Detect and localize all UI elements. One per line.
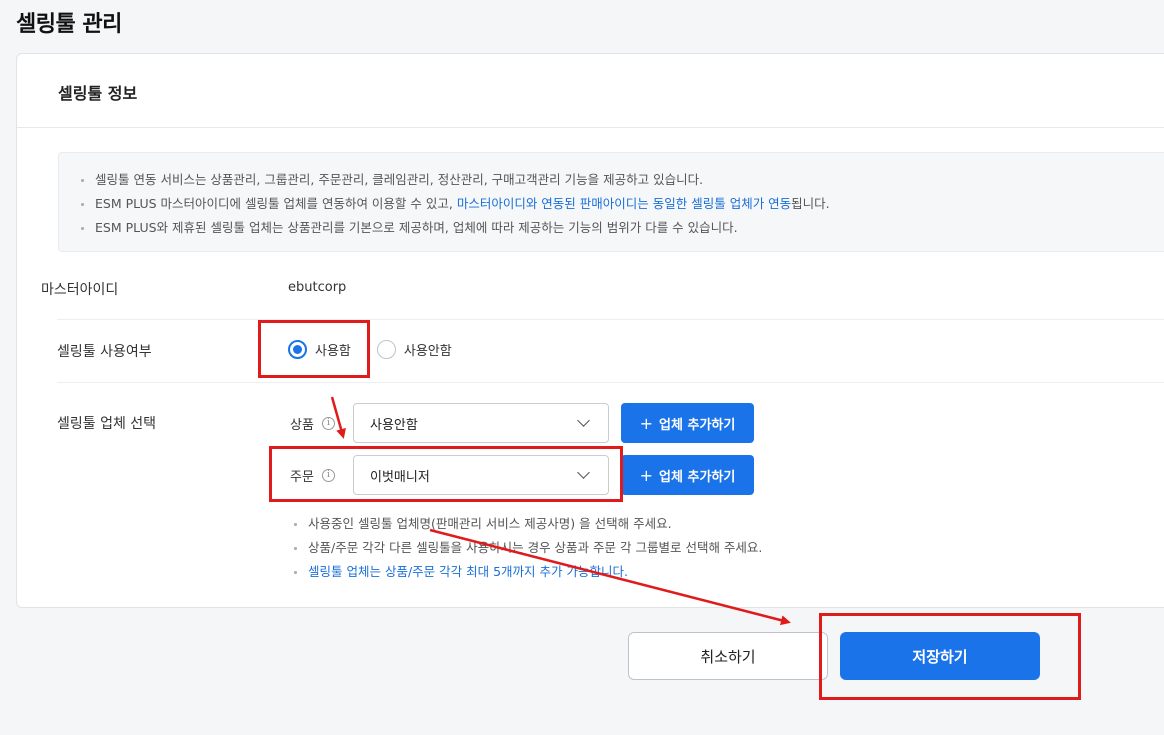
notice-line-2-suffix: 됩니다. <box>791 196 830 211</box>
order-vendor-value: 이벗매니저 <box>370 469 430 485</box>
notice-line-2-highlight: 마스터아이디와 연동된 판매아이디는 동일한 셀링툴 업체가 연동 <box>456 196 792 211</box>
order-label-text: 주문 <box>290 470 314 485</box>
product-vendor-select[interactable]: 사용안함 <box>353 403 609 443</box>
usage-radio-on-label: 사용함 <box>315 344 351 359</box>
chevron-down-icon <box>577 466 590 479</box>
card-title: 셀링툴 정보 <box>58 84 138 103</box>
help-list: 사용중인 셀링툴 업체명(판매관리 서비스 제공사명) 을 선택해 주세요. 상… <box>294 512 762 584</box>
help-line-1: 사용중인 셀링툴 업체명(판매관리 서비스 제공사명) 을 선택해 주세요. <box>294 512 762 536</box>
product-add-vendor-label: 업체 추가하기 <box>659 417 736 433</box>
product-vendor-value: 사용안함 <box>370 417 418 433</box>
plus-icon: + <box>639 465 654 485</box>
usage-radio-off[interactable]: 사용안함 <box>376 340 452 359</box>
help-line-3: 셀링툴 업체는 상품/주문 각각 최대 5개까지 추가 가능합니다. <box>294 560 762 584</box>
master-id-label: 마스터아이디 <box>41 282 119 298</box>
usage-radio-off-label: 사용안함 <box>403 344 452 359</box>
usage-radio-group: 사용함 사용안함 <box>288 340 478 359</box>
vendor-label: 셀링툴 업체 선택 <box>57 416 157 432</box>
order-label: 주문 i <box>290 466 335 485</box>
notice-line-2-text: ESM PLUS 마스터아이디에 셀링툴 업체를 연동하여 이용할 수 있고, <box>95 196 457 211</box>
divider <box>57 319 1164 320</box>
master-id-value: ebutcorp <box>288 280 347 295</box>
radio-checked-icon <box>288 340 307 359</box>
cancel-button[interactable]: 취소하기 <box>628 632 828 680</box>
help-line-2: 상품/주문 각각 다른 셀링툴을 사용하시는 경우 상품과 주문 각 그룹별로 … <box>294 536 762 560</box>
product-label-text: 상품 <box>290 418 314 433</box>
page-title: 셀링툴 관리 <box>16 12 122 37</box>
notice-line-1: 셀링툴 연동 서비스는 상품관리, 그룹관리, 주문관리, 클레임관리, 정산관… <box>81 168 1164 192</box>
notice-box: 셀링툴 연동 서비스는 상품관리, 그룹관리, 주문관리, 클레임관리, 정산관… <box>58 152 1164 252</box>
plus-icon: + <box>639 413 654 433</box>
radio-unchecked-icon <box>376 340 396 359</box>
info-icon[interactable]: i <box>321 469 335 482</box>
product-add-vendor-button[interactable]: + 업체 추가하기 <box>621 403 754 443</box>
order-vendor-select[interactable]: 이벗매니저 <box>353 455 609 495</box>
card-header: 셀링툴 정보 <box>17 54 1164 128</box>
divider <box>57 382 1164 383</box>
info-icon[interactable]: i <box>321 417 335 430</box>
chevron-down-icon <box>577 414 590 427</box>
notice-line-3: ESM PLUS와 제휴된 셀링툴 업체는 상품관리를 기본으로 제공하며, 업… <box>81 216 1164 240</box>
save-button[interactable]: 저장하기 <box>840 632 1040 680</box>
usage-label: 셀링툴 사용여부 <box>57 344 152 360</box>
notice-line-2: ESM PLUS 마스터아이디에 셀링툴 업체를 연동하여 이용할 수 있고, … <box>81 192 1164 216</box>
order-add-vendor-button[interactable]: + 업체 추가하기 <box>621 455 754 495</box>
usage-radio-on[interactable]: 사용함 <box>288 340 351 359</box>
product-label: 상품 i <box>290 414 335 433</box>
order-add-vendor-label: 업체 추가하기 <box>659 469 736 485</box>
